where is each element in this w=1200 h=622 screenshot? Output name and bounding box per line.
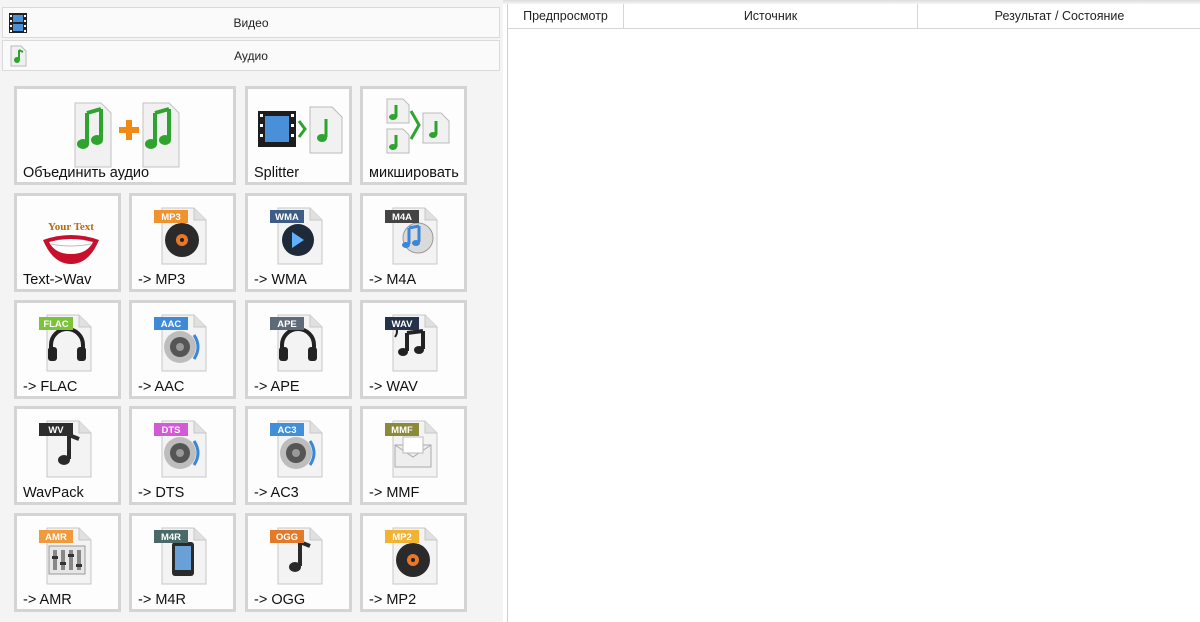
splitter-tile[interactable]: Splitter — [245, 86, 352, 185]
category-audio[interactable]: Аудио — [2, 40, 500, 71]
format-badge-text: MMF — [391, 425, 413, 436]
envelope-icon: MMF — [385, 420, 438, 478]
splitter-icon — [258, 106, 343, 154]
file-list-body[interactable] — [508, 29, 1200, 622]
format-badge-text: WV — [48, 425, 64, 436]
format-badge-text: DTS — [162, 425, 181, 436]
music-note-icon: OGG — [270, 527, 323, 585]
format-tile-wma[interactable]: WMA -> WMA — [245, 193, 352, 292]
format-badge: AMR — [39, 530, 73, 543]
mixer-icon: AMR — [39, 527, 92, 585]
format-badge-text: MP3 — [161, 212, 181, 223]
left-panel: Видео Аудио Объединить аудио Splitter ми… — [0, 0, 503, 622]
format-tile-label: -> AC3 — [254, 485, 299, 501]
speaker-icon: AC3 — [270, 420, 323, 478]
merge-audio-label: Объединить аудио — [23, 165, 150, 181]
mix-icon — [386, 98, 450, 154]
format-tile-label: -> WAV — [369, 379, 418, 395]
format-badge-text: APE — [277, 319, 297, 330]
column-preview[interactable]: Предпросмотр — [508, 4, 624, 29]
text-badge: Your Text — [48, 221, 94, 233]
itunes-icon: M4A — [385, 207, 438, 265]
file-list-panel: Предпросмотр Источник Результат / Состоя… — [507, 4, 1200, 622]
format-badge: OGG — [270, 530, 304, 543]
format-tile-wv[interactable]: WV WavPack — [14, 406, 121, 505]
format-badge: WAV — [385, 317, 419, 330]
format-badge: APE — [270, 317, 304, 330]
music-note-icon: WV — [39, 420, 92, 478]
format-tile-mp3[interactable]: MP3 -> MP3 — [129, 193, 236, 292]
format-tile-wav[interactable]: WAV -> WAV — [360, 300, 467, 399]
format-badge-text: WAV — [392, 319, 414, 330]
format-tile-amr[interactable]: AMR -> AMR — [14, 513, 121, 612]
format-tile-label: -> M4R — [138, 592, 186, 608]
format-tile-ac3[interactable]: AC3 -> AC3 — [245, 406, 352, 505]
category-video-label: Видео — [233, 16, 269, 30]
format-tile-label: WavPack — [23, 485, 84, 501]
format-tile-m4r[interactable]: M4R -> M4R — [129, 513, 236, 612]
format-tile-label: -> MP3 — [138, 272, 186, 288]
format-badge: AAC — [154, 317, 188, 330]
text-to-wav-label: Text->Wav — [23, 272, 92, 288]
category-audio-label: Аудио — [234, 49, 268, 63]
merge-audio-icon — [74, 102, 180, 168]
column-result-status[interactable]: Результат / Состояние — [918, 4, 1200, 29]
column-source[interactable]: Источник — [624, 4, 918, 29]
format-tile-aac[interactable]: AAC -> AAC — [129, 300, 236, 399]
format-badge-text: WMA — [275, 212, 299, 223]
media-disc-icon: WMA — [270, 207, 323, 265]
format-badge-text: AAC — [161, 319, 182, 330]
format-tile-label: -> DTS — [138, 485, 185, 501]
format-badge: AC3 — [270, 423, 304, 436]
speaker-icon: AAC — [154, 314, 207, 372]
text-to-wav-tile[interactable]: Your Text Text->Wav — [14, 193, 121, 292]
disc-icon: MP2 — [385, 527, 438, 585]
format-tile-label: -> MP2 — [369, 592, 417, 608]
splitter-label: Splitter — [254, 165, 300, 181]
format-tile-label: -> AMR — [23, 592, 72, 608]
disc-icon: MP3 — [154, 207, 207, 265]
format-badge-text: AC3 — [277, 425, 296, 436]
headphones-icon: APE — [270, 314, 323, 372]
format-badge: M4A — [385, 210, 419, 223]
headphones-icon: FLAC — [39, 314, 92, 372]
format-tile-label: -> MMF — [369, 485, 420, 501]
format-badge: M4R — [154, 530, 188, 543]
format-badge: FLAC — [39, 317, 73, 330]
format-tile-label: -> APE — [254, 379, 300, 395]
format-badge: DTS — [154, 423, 188, 436]
music-notes-icon: WAV — [385, 314, 438, 372]
format-tile-ape[interactable]: APE -> APE — [245, 300, 352, 399]
format-badge-text: OGG — [276, 532, 298, 543]
format-tile-dts[interactable]: DTS -> DTS — [129, 406, 236, 505]
speaker-icon: DTS — [154, 420, 207, 478]
phone-icon: M4R — [154, 527, 207, 585]
format-badge-text: AMR — [45, 532, 67, 543]
format-tile-label: -> WMA — [254, 272, 307, 288]
format-badge: WMA — [270, 210, 304, 223]
format-badge-text: M4R — [161, 532, 181, 543]
format-badge-text: MP2 — [392, 532, 412, 543]
format-tile-label: -> FLAC — [23, 379, 78, 395]
format-tile-label: -> M4A — [369, 272, 417, 288]
mouth-icon: Your Text — [43, 221, 99, 264]
format-badge: MP3 — [154, 210, 188, 223]
merge-audio-tile[interactable]: Объединить аудио — [14, 86, 236, 185]
format-tile-ogg[interactable]: OGG -> OGG — [245, 513, 352, 612]
mix-label: микшировать — [369, 165, 459, 181]
format-badge-text: M4A — [392, 212, 412, 223]
format-badge: WV — [39, 423, 73, 436]
format-badge: MMF — [385, 423, 419, 436]
format-tile-flac[interactable]: FLAC -> FLAC — [14, 300, 121, 399]
format-tile-mmf[interactable]: MMF -> MMF — [360, 406, 467, 505]
format-tile-label: -> AAC — [138, 379, 185, 395]
mix-tile[interactable]: микшировать — [360, 86, 467, 185]
category-video[interactable]: Видео — [2, 7, 500, 38]
format-tile-m4a[interactable]: M4A -> M4A — [360, 193, 467, 292]
format-tile-label: -> OGG — [254, 592, 306, 608]
format-badge-text: FLAC — [43, 319, 68, 330]
format-badge: MP2 — [385, 530, 419, 543]
format-tile-mp2[interactable]: MP2 -> MP2 — [360, 513, 467, 612]
